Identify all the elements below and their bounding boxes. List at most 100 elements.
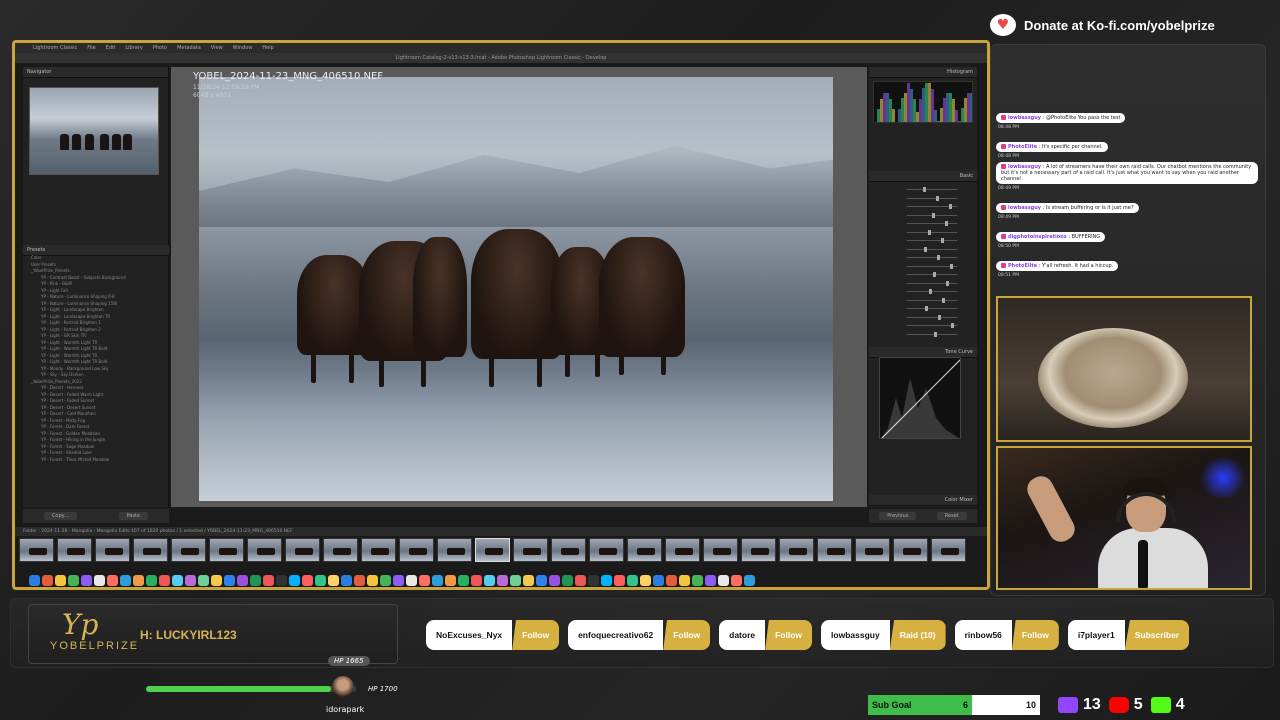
- dock-app-icon[interactable]: [133, 574, 144, 586]
- histogram-header[interactable]: Histogram: [869, 67, 977, 78]
- filmstrip-thumbnail[interactable]: [931, 538, 966, 562]
- chat-username[interactable]: lowbassguy: [1008, 205, 1041, 211]
- menu-item[interactable]: Metadata: [177, 45, 201, 51]
- dock-app-icon[interactable]: [484, 574, 495, 586]
- dock-app-icon[interactable]: [510, 574, 521, 586]
- dock-app-icon[interactable]: [172, 574, 183, 586]
- filmstrip[interactable]: [19, 536, 983, 566]
- dock-app-icon[interactable]: [120, 574, 131, 586]
- adjustment-slider[interactable]: [873, 331, 973, 337]
- dock-app-icon[interactable]: [341, 574, 352, 586]
- filmstrip-thumbnail[interactable]: [95, 538, 130, 562]
- copy-button[interactable]: Copy...: [43, 512, 77, 520]
- dock-app-icon[interactable]: [380, 574, 391, 586]
- adjustment-slider[interactable]: [873, 238, 973, 243]
- menu-item[interactable]: Edit: [106, 45, 116, 51]
- slider-knob[interactable]: [945, 221, 948, 226]
- slider-knob[interactable]: [925, 306, 928, 311]
- filmstrip-thumbnail[interactable]: [399, 538, 434, 562]
- dock-app-icon[interactable]: [432, 574, 443, 586]
- dock-app-icon[interactable]: [588, 574, 599, 586]
- menu-item[interactable]: Lightroom Classic: [33, 45, 77, 51]
- dock-app-icon[interactable]: [692, 574, 703, 586]
- adjustment-slider[interactable]: [873, 246, 973, 252]
- dock-app-icon[interactable]: [263, 574, 274, 586]
- dock-app-icon[interactable]: [705, 574, 716, 586]
- dock-app-icon[interactable]: [731, 574, 742, 586]
- slider-knob[interactable]: [936, 195, 939, 201]
- filmstrip-thumbnail[interactable]: [855, 538, 890, 562]
- slider-knob[interactable]: [928, 229, 931, 235]
- dock-app-icon[interactable]: [445, 574, 456, 586]
- dock-app-icon[interactable]: [471, 574, 482, 586]
- dock-app-icon[interactable]: [237, 574, 248, 586]
- adjustment-slider[interactable]: [873, 297, 973, 303]
- dock-app-icon[interactable]: [211, 574, 222, 586]
- filmstrip-thumbnail[interactable]: [817, 538, 852, 562]
- dock-app-icon[interactable]: [601, 574, 612, 586]
- adjustment-slider[interactable]: [873, 212, 973, 218]
- color-mixer-header[interactable]: Color Mixer: [869, 495, 977, 506]
- previous-button[interactable]: Previous: [879, 512, 917, 520]
- dock-app-icon[interactable]: [224, 574, 235, 586]
- slider-knob[interactable]: [929, 289, 932, 294]
- filmstrip-thumbnail[interactable]: [665, 538, 700, 562]
- paste-button[interactable]: Paste: [118, 512, 149, 520]
- filmstrip-thumbnail[interactable]: [779, 538, 814, 562]
- menu-item[interactable]: View: [211, 45, 223, 51]
- filmstrip-thumbnail[interactable]: [323, 538, 358, 562]
- adjustment-slider[interactable]: [873, 255, 973, 260]
- filmstrip-thumbnail[interactable]: [703, 538, 738, 562]
- dock-app-icon[interactable]: [81, 574, 92, 586]
- navigator-header[interactable]: Navigator: [23, 67, 168, 78]
- filmstrip-thumbnail[interactable]: [893, 538, 928, 562]
- dock-app-icon[interactable]: [536, 574, 547, 586]
- dock-app-icon[interactable]: [354, 574, 365, 586]
- dock-app-icon[interactable]: [55, 574, 66, 586]
- menu-item[interactable]: Help: [262, 45, 273, 51]
- dock-app-icon[interactable]: [159, 574, 170, 586]
- chat-username[interactable]: lowbassguy: [1008, 115, 1041, 121]
- dock-app-icon[interactable]: [185, 574, 196, 586]
- dock-app-icon[interactable]: [627, 574, 638, 586]
- filmstrip-thumbnail[interactable]: [741, 538, 776, 562]
- adjustment-slider[interactable]: [873, 280, 973, 286]
- dock-app-icon[interactable]: [289, 574, 300, 586]
- slider-knob[interactable]: [949, 204, 952, 209]
- slider-knob[interactable]: [938, 314, 941, 320]
- slider-knob[interactable]: [934, 331, 937, 337]
- filmstrip-thumbnail[interactable]: [361, 538, 396, 562]
- adjustment-slider[interactable]: [873, 221, 973, 226]
- preset-item[interactable]: YP - Forest - Thick Misted Meadow: [31, 457, 165, 464]
- dock-app-icon[interactable]: [523, 574, 534, 586]
- adjustment-slider[interactable]: [873, 323, 973, 328]
- chat-username[interactable]: PhotoElite: [1008, 144, 1037, 150]
- slider-knob[interactable]: [942, 297, 945, 303]
- adjustment-slider[interactable]: [873, 187, 973, 192]
- dock-app-icon[interactable]: [562, 574, 573, 586]
- dock-app-icon[interactable]: [276, 574, 287, 586]
- filmstrip-thumbnail[interactable]: [171, 538, 206, 562]
- filmstrip-thumbnail[interactable]: [437, 538, 472, 562]
- dock-app-icon[interactable]: [367, 574, 378, 586]
- dock-app-icon[interactable]: [406, 574, 417, 586]
- filmstrip-thumbnail[interactable]: [627, 538, 662, 562]
- dock-app-icon[interactable]: [718, 574, 729, 586]
- dock-app-icon[interactable]: [94, 574, 105, 586]
- dock-app-icon[interactable]: [653, 574, 664, 586]
- filmstrip-thumbnail[interactable]: [19, 538, 54, 562]
- dock-app-icon[interactable]: [393, 574, 404, 586]
- adjustment-slider[interactable]: [873, 229, 973, 235]
- dock-app-icon[interactable]: [419, 574, 430, 586]
- filmstrip-thumbnail[interactable]: [589, 538, 624, 562]
- menu-item[interactable]: Photo: [153, 45, 167, 51]
- menu-item[interactable]: Library: [125, 45, 142, 51]
- slider-knob[interactable]: [946, 280, 949, 286]
- dock-app-icon[interactable]: [29, 574, 40, 586]
- dock-app-icon[interactable]: [302, 574, 313, 586]
- filmstrip-thumbnail[interactable]: [475, 538, 510, 562]
- adjustment-slider[interactable]: [873, 272, 973, 277]
- filmstrip-thumbnail[interactable]: [513, 538, 548, 562]
- dock-app-icon[interactable]: [666, 574, 677, 586]
- slider-knob[interactable]: [924, 246, 927, 252]
